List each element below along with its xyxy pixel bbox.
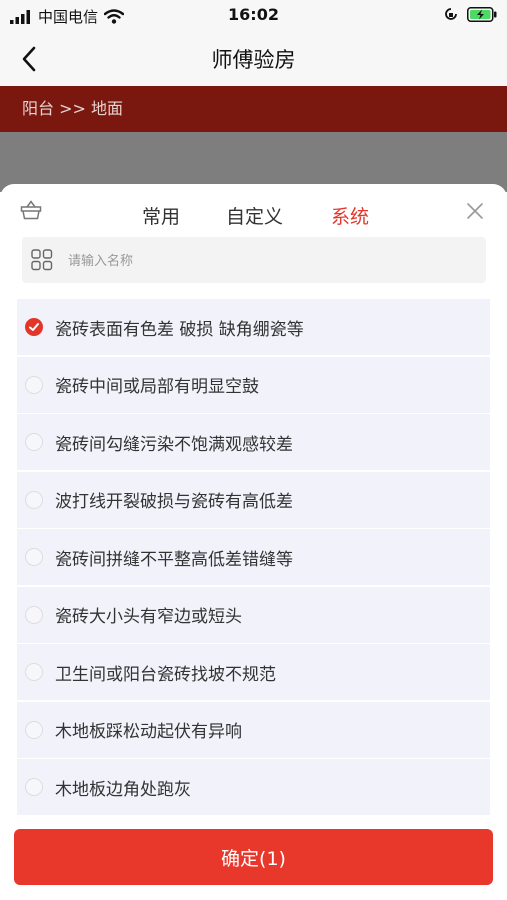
selection-sheet: 常用 自定义 系统 瓷砖表面有色差 破损 缺角绷瓷等 bbox=[0, 184, 507, 900]
breadcrumb: 阳台 >> 地面 bbox=[0, 86, 507, 132]
list-item[interactable]: 木地板踩松动起伏有异响 bbox=[17, 701, 490, 758]
list-item-label: 木地板踩松动起伏有异响 bbox=[55, 722, 242, 742]
radio-icon[interactable] bbox=[25, 490, 43, 509]
close-button[interactable] bbox=[466, 202, 484, 224]
battery-icon bbox=[467, 6, 497, 22]
list-item-label: 瓷砖大小头有窄边或短头 bbox=[55, 607, 242, 627]
basket-icon bbox=[20, 200, 42, 220]
search-box bbox=[22, 237, 486, 285]
list-item[interactable]: 瓷砖间拼缝不平整高低差错缝等 bbox=[17, 529, 490, 585]
status-right bbox=[443, 6, 497, 22]
list-item[interactable]: 瓷砖间勾缝污染不饱满观感较差 bbox=[17, 414, 490, 470]
list-item-label: 卫生间或阳台瓷砖找坡不规范 bbox=[55, 664, 276, 685]
basket-button[interactable] bbox=[20, 200, 42, 224]
radio-icon[interactable] bbox=[25, 605, 43, 624]
radio-icon[interactable] bbox=[25, 548, 43, 566]
list-item[interactable]: 卫生间或阳台瓷砖找坡不规范 bbox=[17, 644, 490, 700]
tab-system[interactable]: 系统 bbox=[331, 202, 369, 229]
close-icon bbox=[467, 203, 483, 219]
list-item[interactable]: 波打线开裂破损与瓷砖有高低差 bbox=[17, 471, 490, 528]
issue-list: 瓷砖表面有色差 破损 缺角绷瓷等 瓷砖中间或局部有明显空鼓 瓷砖间勾缝污染不饱满… bbox=[17, 299, 490, 817]
list-item-label: 瓷砖表面有色差 破损 缺角绷瓷等 bbox=[55, 319, 304, 340]
list-item[interactable]: 瓷砖表面有色差 破损 缺角绷瓷等 bbox=[17, 299, 490, 355]
tab-custom[interactable]: 自定义 bbox=[226, 202, 283, 229]
orientation-lock-icon bbox=[445, 8, 457, 20]
tab-bar: 常用 自定义 系统 bbox=[0, 184, 507, 240]
list-item-label: 波打线开裂破损与瓷砖有高低差 bbox=[55, 492, 293, 512]
check-icon[interactable] bbox=[25, 318, 43, 336]
page-title: 师傅验房 bbox=[211, 48, 296, 72]
tab-common[interactable]: 常用 bbox=[142, 202, 180, 229]
radio-icon[interactable] bbox=[25, 778, 43, 796]
list-item-label: 木地板边角处跑灰 bbox=[55, 779, 191, 800]
radio-icon[interactable] bbox=[25, 375, 43, 394]
list-item-label: 瓷砖间勾缝污染不饱满观感较差 bbox=[55, 434, 293, 455]
list-item[interactable]: 瓷砖大小头有窄边或短头 bbox=[17, 586, 490, 643]
category-grid-icon bbox=[30, 248, 54, 276]
list-item-label: 瓷砖间拼缝不平整高低差错缝等 bbox=[55, 549, 293, 570]
status-bar: 中国电信 16:02 bbox=[0, 0, 507, 32]
search-input[interactable] bbox=[66, 237, 470, 285]
status-time: 16:02 bbox=[228, 5, 279, 24]
list-item[interactable]: 瓷砖中间或局部有明显空鼓 bbox=[17, 356, 490, 413]
modal-backdrop[interactable] bbox=[0, 132, 507, 192]
nav-bar: 师傅验房 bbox=[0, 32, 507, 86]
confirm-button[interactable]: 确定(1) bbox=[14, 829, 493, 885]
list-item-label: 瓷砖中间或局部有明显空鼓 bbox=[55, 377, 259, 397]
radio-icon[interactable] bbox=[25, 433, 43, 451]
radio-icon[interactable] bbox=[25, 663, 43, 681]
list-item[interactable]: 木地板边角处跑灰 bbox=[17, 759, 490, 815]
radio-icon[interactable] bbox=[25, 720, 43, 739]
